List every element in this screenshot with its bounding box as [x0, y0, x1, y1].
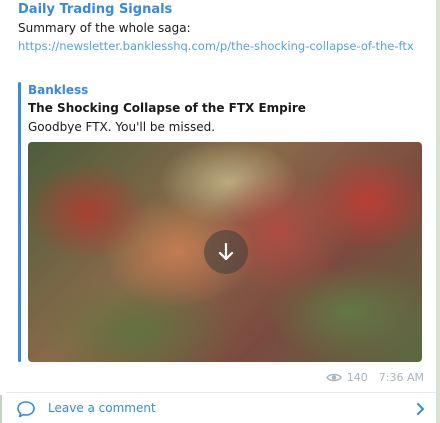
download-arrow-icon — [218, 242, 234, 261]
channel-name[interactable]: Daily Trading Signals — [18, 2, 172, 17]
preview-description: Goodbye FTX. You'll be missed. — [28, 120, 216, 134]
leave-comment-button[interactable]: Leave a comment — [6, 393, 436, 423]
message-link[interactable]: https://newsletter.banklesshq.com/p/the-… — [18, 38, 428, 55]
message-bubble: Daily Trading Signals Summary of the who… — [0, 0, 440, 423]
preview-image[interactable] — [28, 142, 422, 362]
chat-background-edge — [0, 395, 2, 423]
preview-site-name: Bankless — [28, 83, 89, 97]
leave-comment-label: Leave a comment — [48, 401, 156, 415]
preview-title: The Shocking Collapse of the FTX Empire — [28, 101, 306, 115]
message-text: Summary of the whole saga: — [18, 21, 191, 35]
chevron-right-icon — [417, 403, 424, 415]
view-count: 140 — [346, 370, 368, 384]
comment-bubble-icon — [17, 401, 35, 418]
chat-background-strip — [436, 0, 440, 423]
download-button[interactable] — [204, 230, 248, 274]
message-meta: 140 7:36 AM — [325, 369, 424, 385]
link-preview[interactable]: Bankless The Shocking Collapse of the FT… — [18, 82, 424, 362]
eye-icon — [325, 373, 342, 381]
message-time: 7:36 AM — [378, 370, 424, 384]
preview-accent-bar — [18, 82, 21, 362]
